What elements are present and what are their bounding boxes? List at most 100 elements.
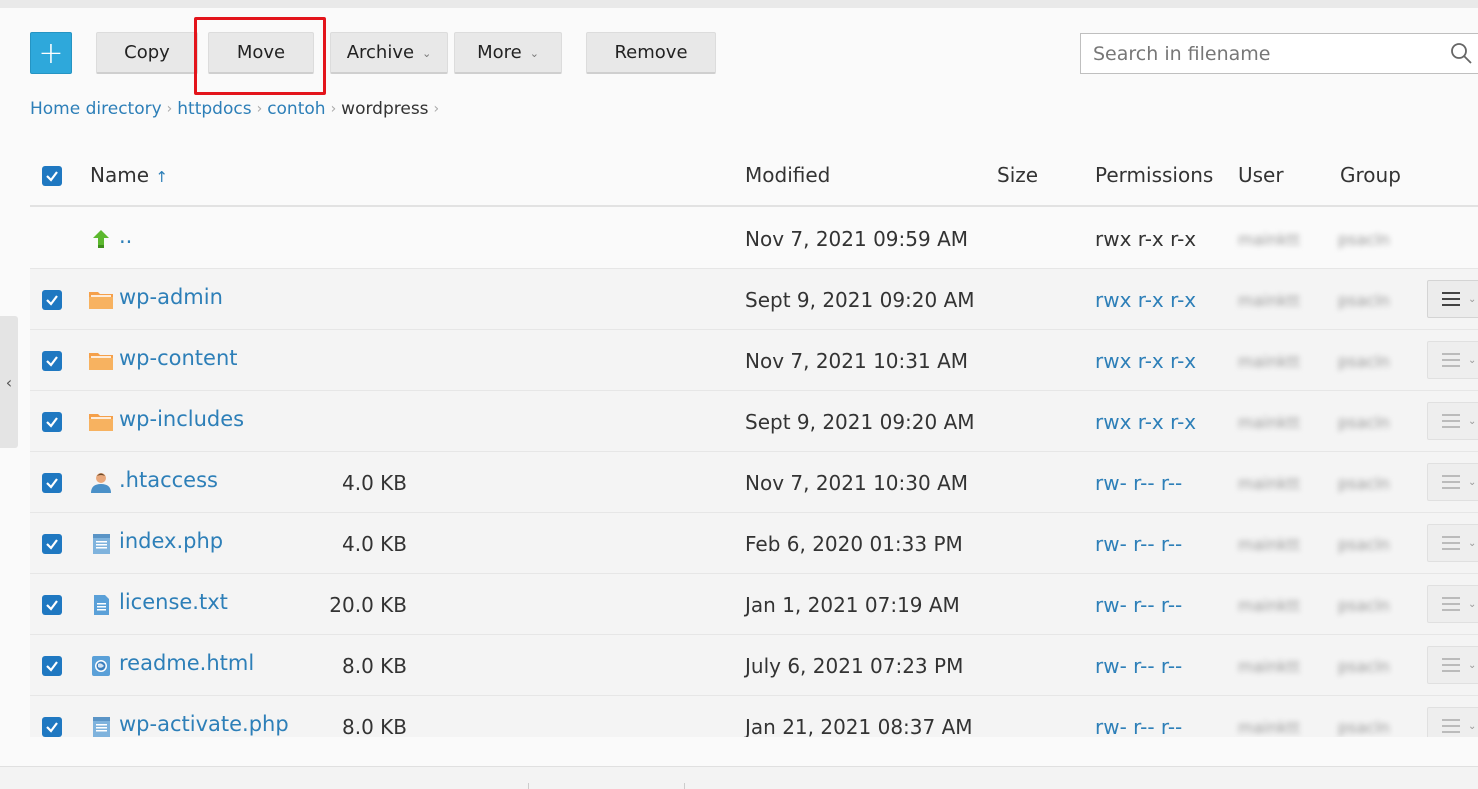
row-actions-menu-button[interactable]: ⌄ <box>1427 585 1478 623</box>
column-header-name-label: Name <box>90 163 150 187</box>
row-actions-menu-button[interactable]: ⌄ <box>1427 341 1478 379</box>
table-row[interactable]: index.php Feb 6, 2020 01:33 PM 4.0 KB rw- r… <box>30 513 1478 574</box>
breadcrumb-contoh[interactable]: contoh <box>267 99 325 119</box>
row-checkbox[interactable] <box>42 534 62 554</box>
file-size: 20.0 KB <box>329 593 407 617</box>
breadcrumb-separator-icon: › <box>166 101 173 117</box>
owner-user: mainktt <box>1238 657 1300 676</box>
owner-group: psacln <box>1338 718 1390 737</box>
table-row[interactable]: .. Nov 7, 2021 09:59 AM rwx r-x r-x mainktt… <box>30 208 1478 269</box>
html-file-icon <box>88 654 114 678</box>
search-box <box>1080 33 1478 74</box>
hamburger-icon <box>1442 349 1460 371</box>
file-name-link[interactable]: wp-admin <box>119 285 223 309</box>
modified-date: Nov 7, 2021 10:30 AM <box>745 471 969 495</box>
remove-button[interactable]: Remove <box>586 32 716 74</box>
breadcrumb-current: wordpress <box>341 99 429 119</box>
permissions-link[interactable]: rw- r-- r-- <box>1095 593 1182 617</box>
permissions-link[interactable]: rwx r-x r-x <box>1095 288 1196 312</box>
file-name-link[interactable]: .. <box>119 224 132 248</box>
row-checkbox[interactable] <box>42 473 62 493</box>
row-actions-menu-button[interactable]: ⌄ <box>1427 280 1478 318</box>
column-header-user[interactable]: User <box>1238 163 1284 187</box>
breadcrumb-separator-icon: › <box>256 101 263 117</box>
owner-group: psacln <box>1338 535 1390 554</box>
permissions-link[interactable]: rwx r-x r-x <box>1095 410 1196 434</box>
modified-date: Sept 9, 2021 09:20 AM <box>745 410 975 434</box>
chevron-down-icon: ⌄ <box>529 47 539 60</box>
file-name-link[interactable]: wp-includes <box>119 407 244 431</box>
row-actions-menu-button[interactable]: ⌄ <box>1427 402 1478 440</box>
hamburger-icon <box>1442 471 1460 493</box>
column-header-group[interactable]: Group <box>1340 163 1401 187</box>
select-all-checkbox[interactable] <box>42 166 62 186</box>
table-row[interactable]: wp-admin Sept 9, 2021 09:20 AM rwx r-x r-x… <box>30 269 1478 330</box>
modified-date: Nov 7, 2021 09:59 AM <box>745 227 969 251</box>
table-row[interactable]: wp-content Nov 7, 2021 10:31 AM rwx r-x r-… <box>30 330 1478 391</box>
row-actions-menu-button[interactable]: ⌄ <box>1427 463 1478 501</box>
table-row[interactable]: wp-includes Sept 9, 2021 09:20 AM rwx r-x … <box>30 391 1478 452</box>
add-button[interactable]: + <box>30 32 72 74</box>
owner-user: mainktt <box>1238 230 1300 249</box>
file-name-link[interactable]: license.txt <box>119 590 228 614</box>
column-header-permissions[interactable]: Permissions <box>1095 163 1213 187</box>
owner-group: psacln <box>1338 291 1390 310</box>
permissions-link[interactable]: rw- r-- r-- <box>1095 715 1182 737</box>
copy-button-label: Copy <box>124 42 170 63</box>
row-actions-menu-button[interactable]: ⌄ <box>1427 707 1478 737</box>
owner-user: mainktt <box>1238 413 1300 432</box>
breadcrumb: Home directory › httpdocs › contoh › wor… <box>30 99 444 119</box>
owner-group: psacln <box>1338 230 1390 249</box>
row-checkbox[interactable] <box>42 290 62 310</box>
copy-button[interactable]: Copy <box>96 32 198 74</box>
file-name-link[interactable]: readme.html <box>119 651 254 675</box>
table-row[interactable]: .htaccess Nov 7, 2021 10:30 AM 4.0 KB rw- r… <box>30 452 1478 513</box>
php-file-icon <box>88 532 114 556</box>
hamburger-icon <box>1442 288 1460 310</box>
file-name-link[interactable]: .htaccess <box>119 468 218 492</box>
table-row[interactable]: wp-activate.php Jan 21, 2021 08:37 AM 8.0 … <box>30 696 1478 737</box>
column-header-name[interactable]: Name ↑ <box>90 163 168 187</box>
sidebar-toggle[interactable]: ‹ <box>0 316 18 448</box>
modified-date: Jan 21, 2021 08:37 AM <box>745 715 973 737</box>
column-header-modified[interactable]: Modified <box>745 163 830 187</box>
table-row[interactable]: readme.html July 6, 2021 07:23 PM 8.0 KB rw… <box>30 635 1478 696</box>
remove-button-label: Remove <box>614 42 688 63</box>
row-actions-menu-button[interactable]: ⌄ <box>1427 524 1478 562</box>
chevron-down-icon: ⌄ <box>1468 476 1477 488</box>
permissions-link[interactable]: rw- r-- r-- <box>1095 471 1182 495</box>
breadcrumb-home[interactable]: Home directory <box>30 99 162 119</box>
row-checkbox[interactable] <box>42 351 62 371</box>
owner-group: psacln <box>1338 596 1390 615</box>
chevron-down-icon: ⌄ <box>1468 537 1477 549</box>
breadcrumb-separator-icon: › <box>330 101 337 117</box>
breadcrumb-httpdocs[interactable]: httpdocs <box>177 99 251 119</box>
owner-user: mainktt <box>1238 352 1300 371</box>
search-icon[interactable] <box>1449 41 1473 65</box>
owner-user: mainktt <box>1238 474 1300 493</box>
sort-ascending-icon: ↑ <box>155 168 168 186</box>
owner-group: psacln <box>1338 474 1390 493</box>
owner-group: psacln <box>1338 413 1390 432</box>
file-name-link[interactable]: index.php <box>119 529 223 553</box>
permissions-link[interactable]: rwx r-x r-x <box>1095 349 1196 373</box>
footer-bar <box>0 766 1478 789</box>
table-header: Name ↑ Modified Size Permissions User Gr… <box>30 146 1478 207</box>
row-checkbox[interactable] <box>42 717 62 737</box>
row-checkbox[interactable] <box>42 656 62 676</box>
row-checkbox[interactable] <box>42 595 62 615</box>
permissions-link[interactable]: rw- r-- r-- <box>1095 532 1182 556</box>
chevron-down-icon: ⌄ <box>1468 354 1477 366</box>
owner-user: mainktt <box>1238 291 1300 310</box>
modified-date: Feb 6, 2020 01:33 PM <box>745 532 963 556</box>
search-input[interactable] <box>1081 34 1431 73</box>
more-button[interactable]: More ⌄ <box>454 32 562 74</box>
column-header-size[interactable]: Size <box>997 163 1038 187</box>
archive-button[interactable]: Archive ⌄ <box>330 32 448 74</box>
permissions-link[interactable]: rw- r-- r-- <box>1095 654 1182 678</box>
file-name-link[interactable]: wp-content <box>119 346 237 370</box>
row-checkbox[interactable] <box>42 412 62 432</box>
row-actions-menu-button[interactable]: ⌄ <box>1427 646 1478 684</box>
file-name-link[interactable]: wp-activate.php <box>119 712 289 736</box>
table-row[interactable]: license.txt Jan 1, 2021 07:19 AM 20.0 KB rw… <box>30 574 1478 635</box>
